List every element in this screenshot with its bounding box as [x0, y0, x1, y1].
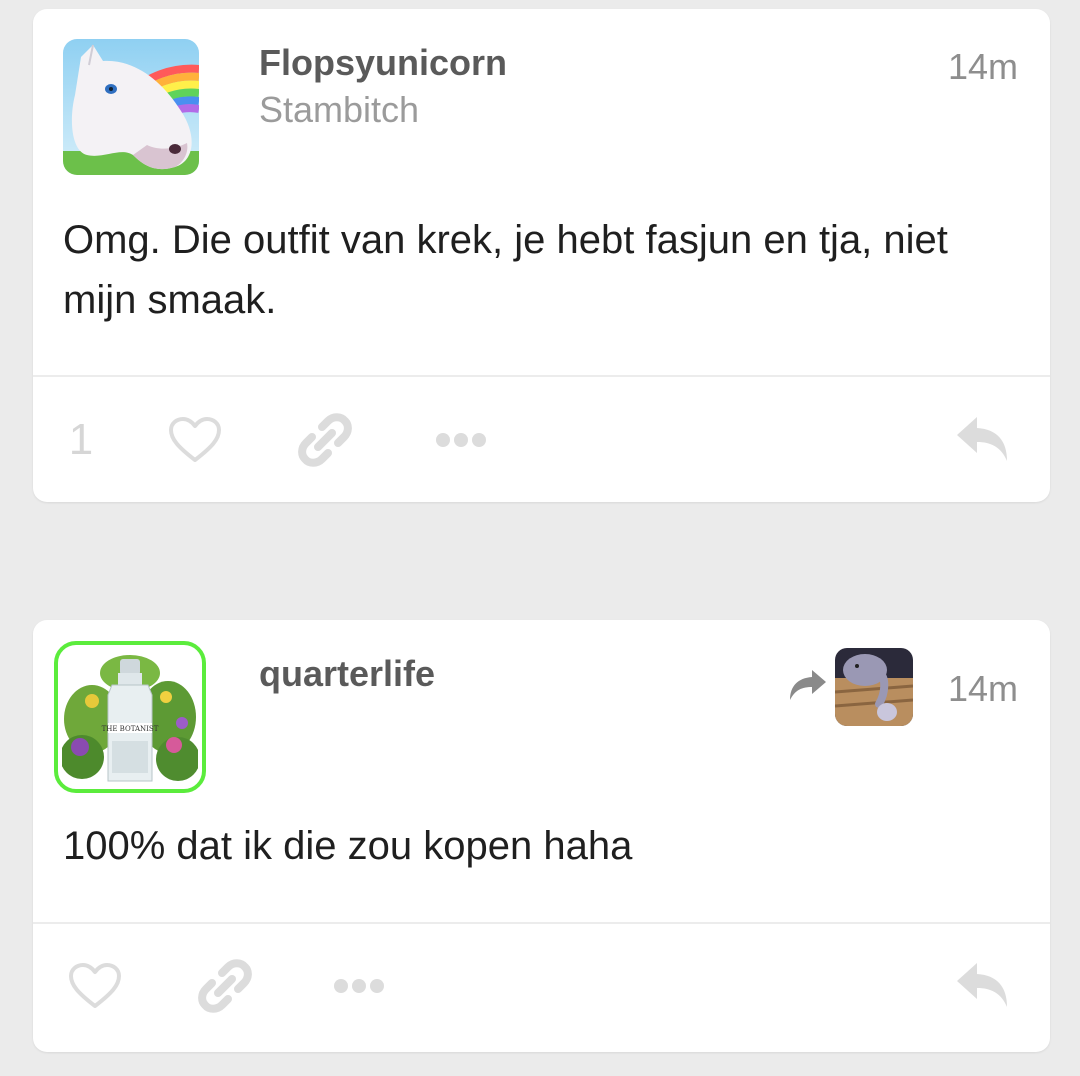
comment-text: 100% dat ik die zou kopen haha	[63, 824, 633, 868]
more-options-button[interactable]	[431, 405, 491, 475]
timestamp: 14m	[947, 46, 1018, 87]
copy-link-button[interactable]	[295, 405, 355, 475]
comment-text: Omg. Die outfit van krek, je hebt fasjun…	[63, 218, 948, 322]
heart-icon	[69, 963, 121, 1008]
reply-icon	[957, 963, 1007, 1007]
action-bar	[33, 956, 1050, 1016]
bottle-label: THE BOTANIST	[102, 725, 159, 733]
like-count: 1	[68, 415, 94, 464]
username[interactable]: quarterlife	[259, 653, 435, 695]
username[interactable]: Flopsyunicorn	[259, 42, 507, 84]
link-icon	[298, 413, 352, 467]
action-bar: 1	[33, 405, 1050, 475]
divider	[33, 922, 1050, 924]
more-options-button[interactable]	[329, 956, 389, 1016]
timestamp: 14m	[947, 668, 1018, 709]
copy-link-button[interactable]	[195, 956, 255, 1016]
comment-card: THE BOTANIST quarterlife 14m 100% dat ik…	[33, 620, 1050, 1052]
more-dots-icon	[334, 979, 384, 993]
user-avatar[interactable]: THE BOTANIST	[62, 649, 198, 785]
user-avatar[interactable]	[63, 39, 199, 175]
note-count[interactable]: 1	[61, 405, 101, 475]
link-icon	[198, 959, 252, 1013]
user-subtitle: Stambitch	[259, 89, 420, 130]
unicorn-mask-avatar-icon	[63, 39, 199, 175]
reblog-source-avatar[interactable]	[835, 648, 913, 726]
heart-icon	[169, 417, 221, 462]
reply-icon	[957, 417, 1007, 461]
more-dots-icon	[436, 433, 486, 447]
reply-button[interactable]	[951, 956, 1015, 1016]
reply-button[interactable]	[951, 405, 1015, 475]
comment-card: Flopsyunicorn Stambitch 14m Omg. Die out…	[33, 9, 1050, 502]
botanist-gin-avatar-icon: THE BOTANIST	[62, 649, 198, 785]
like-button[interactable]	[165, 405, 225, 475]
cartoon-elephant-avatar-icon	[835, 648, 913, 726]
like-button[interactable]	[65, 956, 125, 1016]
reblog-arrow-icon	[790, 670, 826, 700]
divider	[33, 375, 1050, 377]
